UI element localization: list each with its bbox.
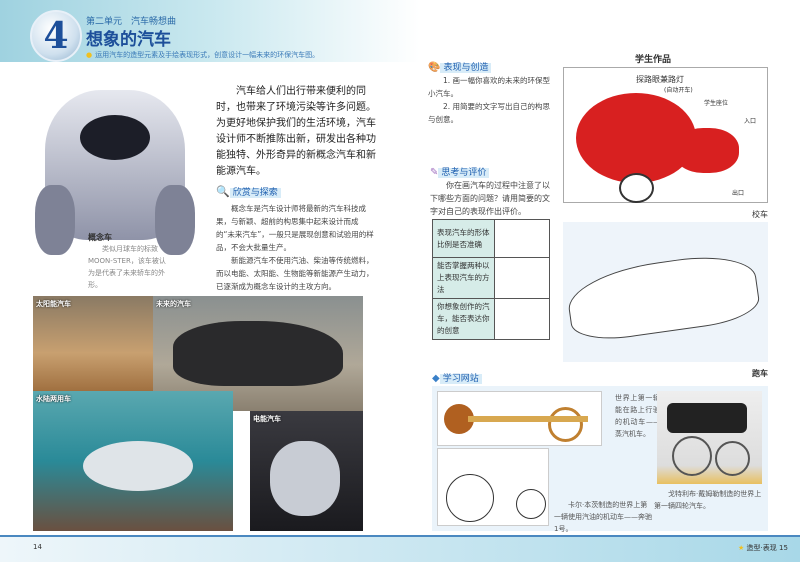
photo-electric-car: 电能汽车 <box>250 411 363 531</box>
explore-paragraph-1: 概念车是汽车设计师将最新的汽车科技成果，与新颖、超前的构思集中起来设计而成的“未… <box>216 204 374 252</box>
evaluate-heading: 思考与评价 <box>438 168 490 178</box>
answer-cell[interactable] <box>494 219 550 258</box>
concept-car-caption: 概念车 类似月球车的标致MOON-STER，该车被认为是代表了未来轿车的外形。 <box>88 232 168 291</box>
drawing-label: (自动开车) <box>664 87 693 94</box>
table-row: 能否掌握两种以上表现汽车的方法 <box>432 257 550 299</box>
photo-amphibious-car: 水陆两用车 <box>33 391 233 531</box>
lesson-number-badge: 4 <box>30 10 82 62</box>
concept-car-title: 概念车 <box>88 233 112 242</box>
daimler-car-caption: 戈特利布·戴姆勒制造的世界上第一辆四轮汽车。 <box>654 490 762 510</box>
steam-car-caption: 世界上第一辆能在路上行驶的机动车——蒸汽机车。 <box>615 394 660 438</box>
website-heading: 学习网站 <box>439 374 482 384</box>
student-work-heading: 学生作品 <box>635 55 672 65</box>
section-name: 造型·表现 <box>746 544 777 552</box>
page-title: 想象的汽车 <box>86 30 171 50</box>
evaluate-text: 你在画汽车的过程中注意了以下哪些方面的问题？请用简要的文字对自己的表现作出评价。 <box>430 181 550 216</box>
drawing-label: 探路眼兼路灯 <box>636 75 684 84</box>
history-panel: 世界上第一辆能在路上行驶的机动车——蒸汽机车。 卡尔·本茨制造的世界上第一辆使用… <box>432 386 768 533</box>
photo-label: 太阳能汽车 <box>36 300 71 308</box>
benz-car-caption: 卡尔·本茨制造的世界上第一辆使用汽油的机动车——奔驰1号。 <box>554 501 652 533</box>
star-icon: ★ <box>738 544 745 552</box>
create-heading: 表现与创造 <box>440 63 492 73</box>
steam-car-image <box>437 391 602 446</box>
photo-label: 电能汽车 <box>253 415 281 423</box>
diamond-icon: ◆ <box>432 373 440 384</box>
website-heading-wrap: ◆ 学习网站 <box>432 366 482 385</box>
sports-car-sketch <box>563 222 768 362</box>
drawing-label: 入口 <box>744 118 757 125</box>
page-footer <box>0 535 800 562</box>
answer-cell[interactable] <box>494 257 550 299</box>
concept-car-text: 类似月球车的标致MOON-STER，该车被认为是代表了未来轿车的外形。 <box>88 245 166 289</box>
palette-icon: 🎨 <box>428 62 441 73</box>
explore-heading: 欣赏与探索 <box>229 188 281 198</box>
left-page-number: 14 <box>33 543 42 551</box>
school-bus-drawing: 探路眼兼路灯 (自动开车) 学生座位 入口 出口 <box>563 67 768 203</box>
sports-car-caption: 跑车 <box>752 369 768 378</box>
criterion-cell: 你想象创作的汽车，能否表达你的创意 <box>432 298 495 340</box>
drawing-label: 学生座位 <box>704 100 729 107</box>
criterion-cell: 表现汽车的形体比例是否准确 <box>432 219 495 258</box>
photo-label: 未来的汽车 <box>156 300 191 308</box>
concept-car-image <box>35 90 195 255</box>
create-item-1: 1. 画一幅你喜欢的未来的环保型小汽车。 <box>428 76 551 98</box>
school-bus-caption: 校车 <box>752 210 768 219</box>
intro-paragraph: 汽车给人们出行带来便利的同时，也带来了环境污染等许多问题。为更好地保护我们的生活… <box>216 86 376 177</box>
explore-section: 🔍 欣赏与探索 概念车是汽车设计师将最新的汽车科技成果，与新颖、超前的构思集中起来… <box>216 180 376 293</box>
benz-car-image <box>437 448 549 526</box>
lesson-goal: 运用汽车的造型元素及手绘表现形式，创意设计一幅未来的环保汽车图。 <box>86 50 319 60</box>
drawing-label: 出口 <box>732 190 745 197</box>
explore-paragraph-2: 新能源汽车不使用汽油、柴油等传统燃料，而以电能、太阳能、生物能等新能源产生动力，… <box>216 256 374 291</box>
right-page-number: 15 <box>778 544 788 552</box>
evaluation-table: 表现汽车的形体比例是否准确 能否掌握两种以上表现汽车的方法 你想象创作的汽车，能… <box>432 219 550 340</box>
table-row: 你想象创作的汽车，能否表达你的创意 <box>432 298 550 340</box>
table-row: 表现汽车的形体比例是否准确 <box>432 219 550 258</box>
create-section: 🎨 表现与创造 1. 画一幅你喜欢的未来的环保型小汽车。 2. 用简要的文字写出自… <box>428 55 553 126</box>
photo-solar-car: 太阳能汽车 <box>33 296 153 391</box>
right-footer: ★ 造型·表现 15 <box>738 543 788 553</box>
daimler-car-image <box>657 391 762 484</box>
evaluate-section: ✎ 思考与评价 你在画汽车的过程中注意了以下哪些方面的问题？请用简要的文字对自己的… <box>430 160 555 218</box>
criterion-cell: 能否掌握两种以上表现汽车的方法 <box>432 257 495 299</box>
create-item-2: 2. 用简要的文字写出自己的构思与创意。 <box>428 102 551 124</box>
magnifier-icon: 🔍 <box>216 185 230 198</box>
photo-label: 水陆两用车 <box>36 395 71 403</box>
answer-cell[interactable] <box>494 298 550 340</box>
